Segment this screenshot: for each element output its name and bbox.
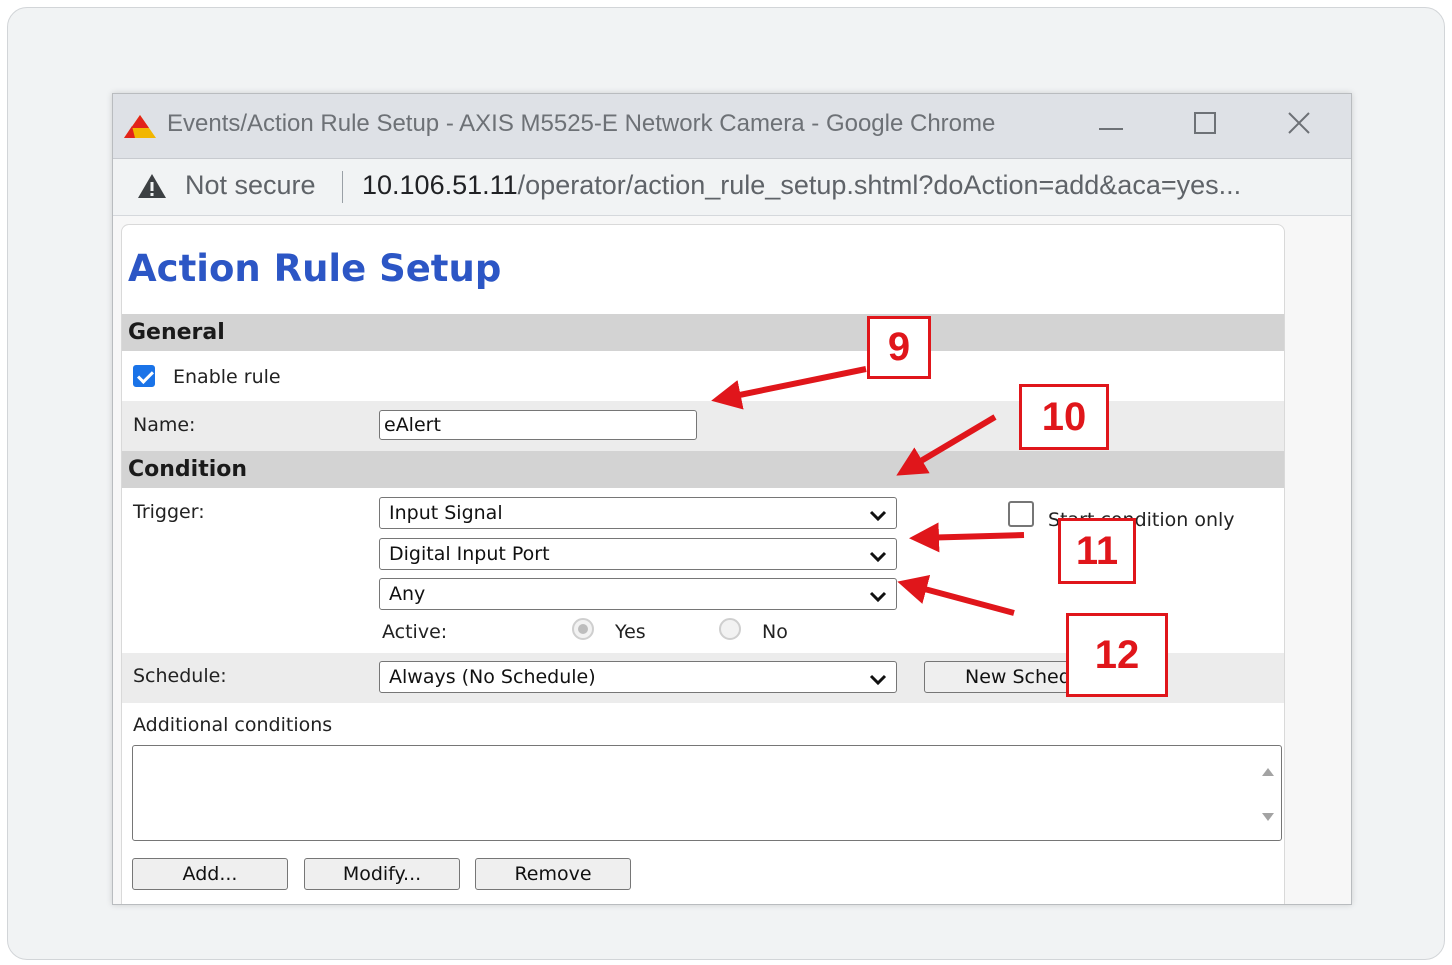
screenshot-frame: Events/Action Rule Setup - AXIS M5525-E …	[7, 7, 1445, 960]
callout-11: 11	[1058, 518, 1136, 584]
arrow-11	[909, 522, 1025, 553]
annotation-arrows	[711, 366, 1025, 616]
arrow-9	[711, 366, 867, 410]
callout-9: 9	[867, 316, 931, 379]
callout-12: 12	[1066, 613, 1168, 697]
arrow-12	[897, 574, 1015, 616]
arrow-10	[896, 414, 997, 476]
callout-10: 10	[1019, 384, 1109, 450]
